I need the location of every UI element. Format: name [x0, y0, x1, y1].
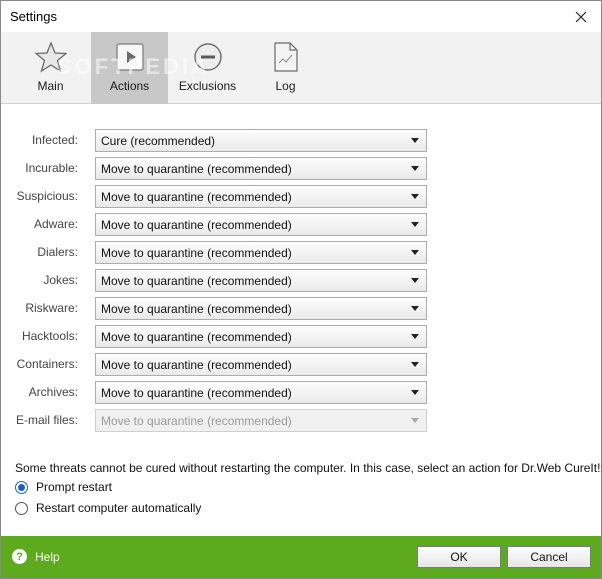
action-label: Suspicious:: [16, 189, 78, 203]
action-row-incurable: Incurable: Move to quarantine (recommend…: [1, 157, 601, 180]
action-label: Infected:: [31, 133, 78, 147]
radio-restart-automatically[interactable]: Restart computer automatically: [15, 500, 201, 516]
action-select-containers[interactable]: Move to quarantine (recommended): [95, 353, 427, 376]
action-select-jokes[interactable]: Move to quarantine (recommended): [95, 269, 427, 292]
help-link[interactable]: ? Help: [12, 549, 60, 564]
action-label: Incurable:: [25, 161, 78, 175]
action-select-email-files: Move to quarantine (recommended): [95, 409, 427, 432]
play-icon: [115, 43, 144, 71]
chevron-down-icon: [411, 334, 419, 339]
action-label: Dialers:: [37, 245, 78, 259]
action-row-adware: Adware: Move to quarantine (recommended): [1, 213, 601, 236]
action-label: Jokes:: [43, 273, 78, 287]
ok-button[interactable]: OK: [417, 546, 501, 568]
select-value: Move to quarantine (recommended): [101, 190, 292, 204]
radio-label: Restart computer automatically: [36, 501, 202, 515]
radio-button[interactable]: [15, 501, 28, 515]
select-value: Move to quarantine (recommended): [101, 162, 292, 176]
action-row-riskware: Riskware: Move to quarantine (recommende…: [1, 297, 601, 320]
action-label: Adware:: [33, 217, 78, 231]
action-row-hacktools: Hacktools: Move to quarantine (recommend…: [1, 325, 601, 348]
cancel-button[interactable]: Cancel: [507, 546, 591, 568]
tab-log-label: Log: [275, 79, 296, 93]
action-label: Containers:: [16, 357, 78, 371]
select-value: Cure (recommended): [101, 134, 216, 148]
action-select-hacktools[interactable]: Move to quarantine (recommended): [95, 325, 427, 348]
action-select-adware[interactable]: Move to quarantine (recommended): [95, 213, 427, 236]
tab-main[interactable]: Main: [12, 32, 89, 104]
action-label: Archives:: [28, 385, 78, 399]
chevron-down-icon: [411, 418, 419, 423]
tab-exclusions-label: Exclusions: [178, 79, 237, 93]
select-value: Move to quarantine (recommended): [101, 358, 292, 372]
chevron-down-icon: [411, 306, 419, 311]
select-value: Move to quarantine (recommended): [101, 330, 292, 344]
chevron-down-icon: [411, 166, 419, 171]
chevron-down-icon: [411, 278, 419, 283]
minus-circle-icon: [193, 43, 222, 71]
action-label: Riskware:: [25, 301, 78, 315]
settings-toolbar: Main Actions Exclusions Log SOFTPEDIA: [1, 32, 601, 104]
action-select-suspicious[interactable]: Move to quarantine (recommended): [95, 185, 427, 208]
select-value: Move to quarantine (recommended): [101, 302, 292, 316]
radio-label: Prompt restart: [36, 480, 113, 494]
chevron-down-icon: [411, 362, 419, 367]
footer-bar: ? Help OK Cancel: [1, 536, 601, 578]
chevron-down-icon: [411, 390, 419, 395]
tab-log[interactable]: Log: [247, 32, 324, 104]
settings-window: Settings Main Actions Exclusions Log SOF…: [0, 0, 602, 579]
action-row-dialers: Dialers: Move to quarantine (recommended…: [1, 241, 601, 264]
window-title: Settings: [10, 9, 57, 24]
select-value: Move to quarantine (recommended): [101, 386, 292, 400]
action-select-riskware[interactable]: Move to quarantine (recommended): [95, 297, 427, 320]
title-bar: Settings: [1, 1, 601, 32]
action-row-infected: Infected: Cure (recommended): [1, 129, 601, 152]
action-row-archives: Archives: Move to quarantine (recommende…: [1, 381, 601, 404]
close-button[interactable]: [561, 1, 601, 32]
action-select-infected[interactable]: Cure (recommended): [95, 129, 427, 152]
question-mark-icon: ?: [12, 549, 27, 564]
document-icon: [273, 42, 298, 72]
action-select-incurable[interactable]: Move to quarantine (recommended): [95, 157, 427, 180]
select-value: Move to quarantine (recommended): [101, 414, 292, 428]
chevron-down-icon: [411, 250, 419, 255]
restart-note: Some threats cannot be cured without res…: [15, 461, 602, 475]
action-label: Hacktools:: [21, 329, 78, 343]
tab-exclusions[interactable]: Exclusions: [169, 32, 246, 104]
action-row-email-files: E-mail files: Move to quarantine (recomm…: [1, 409, 601, 432]
radio-button-checked[interactable]: [15, 480, 28, 494]
action-select-archives[interactable]: Move to quarantine (recommended): [95, 381, 427, 404]
action-row-suspicious: Suspicious: Move to quarantine (recommen…: [1, 185, 601, 208]
chevron-down-icon: [411, 222, 419, 227]
tab-actions-label: Actions: [109, 79, 150, 93]
chevron-down-icon: [411, 138, 419, 143]
tab-actions[interactable]: Actions: [91, 32, 168, 104]
action-label: E-mail files:: [15, 413, 78, 427]
close-icon: [575, 11, 587, 22]
help-label: Help: [35, 549, 60, 564]
select-value: Move to quarantine (recommended): [101, 218, 292, 232]
action-select-dialers[interactable]: Move to quarantine (recommended): [95, 241, 427, 264]
select-value: Move to quarantine (recommended): [101, 274, 292, 288]
chevron-down-icon: [411, 194, 419, 199]
select-value: Move to quarantine (recommended): [101, 246, 292, 260]
tab-main-label: Main: [37, 79, 64, 93]
star-icon: [34, 41, 67, 73]
action-row-containers: Containers: Move to quarantine (recommen…: [1, 353, 601, 376]
radio-prompt-restart[interactable]: Prompt restart: [15, 479, 112, 495]
action-row-jokes: Jokes: Move to quarantine (recommended): [1, 269, 601, 292]
